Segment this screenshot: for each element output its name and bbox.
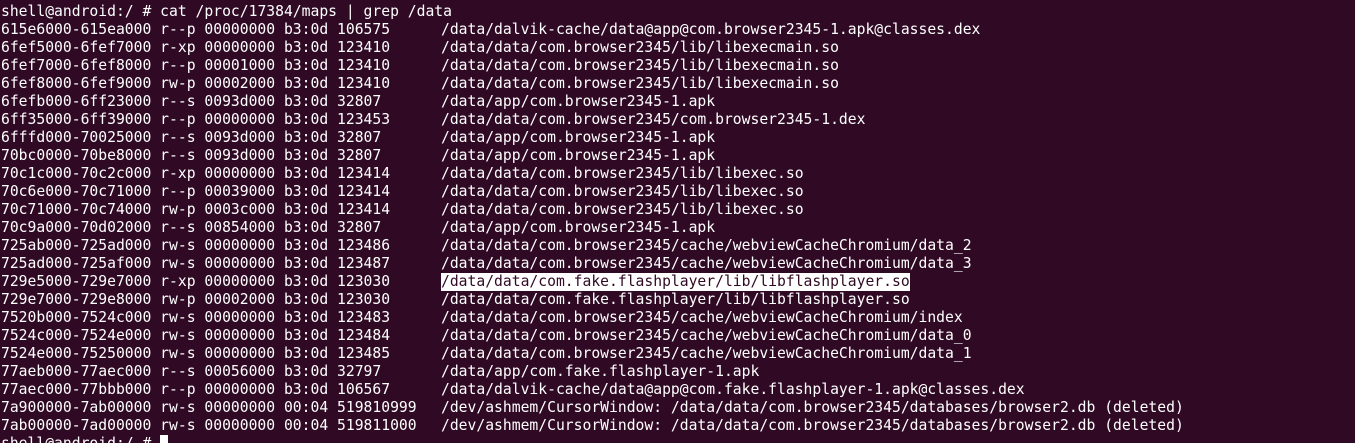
command-line: shell@android:/ # cat /proc/17384/maps |… (0, 3, 1355, 21)
maps-entry-line: 6fffd000-70025000 r--s 0093d000 b3:0d 32… (0, 129, 1355, 147)
mapping-meta: 7524c000-7524e000 rw-s 00000000 b3:0d 12… (1, 327, 391, 344)
mapping-path: /data/app/com.fake.flashplayer-1.apk (441, 363, 760, 380)
mapping-meta: 70c1c000-70c2c000 r-xp 00000000 b3:0d 12… (1, 165, 391, 182)
mapping-meta: 6ff35000-6ff39000 r--p 00000000 b3:0d 12… (1, 111, 391, 128)
maps-entry-line: 77aec000-77bbb000 r--p 00000000 b3:0d 10… (0, 381, 1355, 399)
terminal-window[interactable]: shell@android:/ # cat /proc/17384/maps |… (0, 0, 1355, 443)
mapping-meta: 729e7000-729e8000 rw-p 00002000 b3:0d 12… (1, 291, 391, 308)
mapping-meta: 725ab000-725ad000 rw-s 00000000 b3:0d 12… (1, 237, 391, 254)
maps-entry-line: 70c1c000-70c2c000 r-xp 00000000 b3:0d 12… (0, 165, 1355, 183)
maps-entry-line: 6fef7000-6fef8000 r--p 00001000 b3:0d 12… (0, 57, 1355, 75)
mapping-path: /data/data/com.fake.flashplayer/lib/libf… (441, 291, 910, 308)
mapping-path: /data/data/com.browser2345/cache/webview… (441, 327, 972, 344)
mapping-path: /data/data/com.browser2345/cache/webview… (441, 255, 972, 272)
mapping-meta: 6fef5000-6fef7000 r-xp 00000000 b3:0d 12… (1, 39, 391, 56)
mapping-path: /data/dalvik-cache/data@app@com.fake.fla… (441, 381, 1025, 398)
mapping-path: /data/app/com.browser2345-1.apk (441, 129, 716, 146)
mapping-meta: 6fefb000-6ff23000 r--s 0093d000 b3:0d 32… (1, 93, 382, 110)
maps-entry-line: 7ab00000-7ad00000 rw-s 00000000 00:04 51… (0, 417, 1355, 435)
maps-entry-line: 725ad000-725af000 rw-s 00000000 b3:0d 12… (0, 255, 1355, 273)
mapping-path: /dev/ashmem/CursorWindow: /data/data/com… (441, 399, 1184, 416)
mapping-path: /data/data/com.browser2345/lib/libexec.s… (441, 165, 804, 182)
mapping-path: /data/data/com.browser2345/lib/libexec.s… (441, 183, 804, 200)
mapping-path-selected: /data/data/com.fake.flashplayer/lib/libf… (441, 273, 910, 291)
mapping-meta: 77aec000-77bbb000 r--p 00000000 b3:0d 10… (1, 381, 391, 398)
mapping-path: /data/data/com.browser2345/cache/webview… (441, 345, 972, 362)
command-text: cat /proc/17384/maps | grep /data (160, 3, 452, 20)
mapping-meta: 615e6000-615ea000 r--p 00000000 b3:0d 10… (1, 21, 391, 38)
mapping-meta: 7520b000-7524c000 rw-s 00000000 b3:0d 12… (1, 309, 391, 326)
maps-entry-line: 729e5000-729e7000 r-xp 00000000 b3:0d 12… (0, 273, 1355, 291)
mapping-path: /data/data/com.browser2345/lib/libexecma… (441, 39, 839, 56)
maps-entry-line: 6fef8000-6fef9000 rw-p 00002000 b3:0d 12… (0, 75, 1355, 93)
mapping-path: /data/data/com.browser2345/lib/libexecma… (441, 75, 839, 92)
mapping-meta: 70bc0000-70be8000 r--s 0093d000 b3:0d 32… (1, 147, 382, 164)
mapping-meta: 77aeb000-77aec000 r--s 00056000 b3:0d 32… (1, 363, 382, 380)
maps-entry-line: 6fefb000-6ff23000 r--s 0093d000 b3:0d 32… (0, 93, 1355, 111)
maps-entry-line: 615e6000-615ea000 r--p 00000000 b3:0d 10… (0, 21, 1355, 39)
maps-entry-line: 7524e000-75250000 rw-s 00000000 b3:0d 12… (0, 345, 1355, 363)
shell-prompt: shell@android:/ # (1, 3, 161, 20)
text-cursor (160, 435, 169, 443)
maps-entry-line: 7a900000-7ab00000 rw-s 00000000 00:04 51… (0, 399, 1355, 417)
mapping-meta: 729e5000-729e7000 r-xp 00000000 b3:0d 12… (1, 273, 391, 290)
shell-prompt: shell@android:/ # (1, 435, 160, 443)
mapping-meta: 725ad000-725af000 rw-s 00000000 b3:0d 12… (1, 255, 391, 272)
mapping-meta: 6fef8000-6fef9000 rw-p 00002000 b3:0d 12… (1, 75, 391, 92)
maps-entry-line: 6fef5000-6fef7000 r-xp 00000000 b3:0d 12… (0, 39, 1355, 57)
maps-entry-line: 70c6e000-70c71000 r--p 00039000 b3:0d 12… (0, 183, 1355, 201)
mapping-meta: 7524e000-75250000 rw-s 00000000 b3:0d 12… (1, 345, 391, 362)
maps-entry-line: 77aeb000-77aec000 r--s 00056000 b3:0d 32… (0, 363, 1355, 381)
mapping-meta: 6fef7000-6fef8000 r--p 00001000 b3:0d 12… (1, 57, 391, 74)
maps-entry-line: 70c9a000-70d02000 r--s 00854000 b3:0d 32… (0, 219, 1355, 237)
mapping-path: /data/app/com.browser2345-1.apk (441, 93, 716, 110)
mapping-path: /dev/ashmem/CursorWindow: /data/data/com… (441, 417, 1184, 434)
maps-entry-line: 7524c000-7524e000 rw-s 00000000 b3:0d 12… (0, 327, 1355, 345)
command-output: 615e6000-615ea000 r--p 00000000 b3:0d 10… (0, 21, 1355, 435)
maps-entry-line: 70bc0000-70be8000 r--s 0093d000 b3:0d 32… (0, 147, 1355, 165)
mapping-meta: 70c9a000-70d02000 r--s 00854000 b3:0d 32… (1, 219, 382, 236)
maps-entry-line: 725ab000-725ad000 rw-s 00000000 b3:0d 12… (0, 237, 1355, 255)
mapping-meta: 70c6e000-70c71000 r--p 00039000 b3:0d 12… (1, 183, 391, 200)
mapping-path: /data/data/com.browser2345/cache/webview… (441, 237, 972, 254)
maps-entry-line: 7520b000-7524c000 rw-s 00000000 b3:0d 12… (0, 309, 1355, 327)
maps-entry-line: 729e7000-729e8000 rw-p 00002000 b3:0d 12… (0, 291, 1355, 309)
final-prompt-line[interactable]: shell@android:/ # (0, 435, 1355, 443)
mapping-meta: 7a900000-7ab00000 rw-s 00000000 00:04 51… (1, 399, 417, 416)
mapping-path: /data/data/com.browser2345/cache/webview… (441, 309, 963, 326)
mapping-path: /data/data/com.browser2345/lib/libexec.s… (441, 201, 804, 218)
maps-entry-line: 6ff35000-6ff39000 r--p 00000000 b3:0d 12… (0, 111, 1355, 129)
mapping-meta: 7ab00000-7ad00000 rw-s 00000000 00:04 51… (1, 417, 417, 434)
mapping-path: /data/app/com.browser2345-1.apk (441, 219, 716, 236)
mapping-path: /data/data/com.browser2345/lib/libexecma… (441, 57, 839, 74)
mapping-path: /data/data/com.browser2345/com.browser23… (441, 111, 866, 128)
mapping-meta: 6fffd000-70025000 r--s 0093d000 b3:0d 32… (1, 129, 382, 146)
maps-entry-line: 70c71000-70c74000 rw-p 0003c000 b3:0d 12… (0, 201, 1355, 219)
mapping-path: /data/app/com.browser2345-1.apk (441, 147, 716, 164)
mapping-path: /data/dalvik-cache/data@app@com.browser2… (441, 21, 981, 38)
mapping-meta: 70c71000-70c74000 rw-p 0003c000 b3:0d 12… (1, 201, 391, 218)
